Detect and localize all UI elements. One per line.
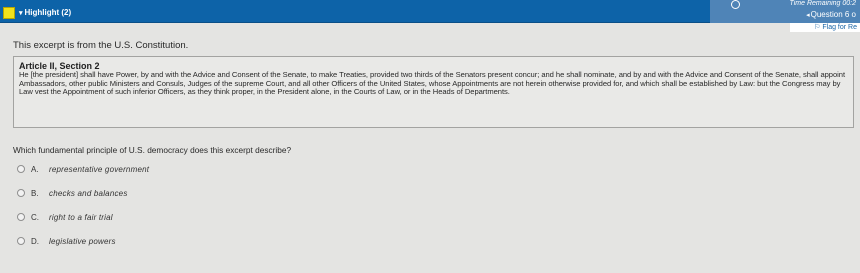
question-number: Question 6 o [810, 10, 856, 19]
time-remaining: Time Remaining 00:2 [789, 0, 856, 7]
caret-down-icon: ▾ [19, 10, 23, 17]
radio-button[interactable] [17, 237, 25, 245]
flag-icon: ⚐ [814, 24, 821, 31]
question-text: Which fundamental principle of U.S. demo… [13, 145, 292, 155]
status-panel: Time Remaining 00:2 ◂Question 6 o [710, 0, 860, 23]
excerpt-box: Article II, Section 2 He [the president]… [13, 56, 854, 128]
flag-row: ⚐ Flag for Re [790, 23, 860, 32]
highlight-menu[interactable]: ▾ Highlight (2) [19, 8, 71, 17]
answer-option-d[interactable]: D. legislative powers [17, 235, 116, 247]
flag-label: Flag for Re [822, 24, 857, 31]
flag-for-review-button[interactable]: ⚐ Flag for Re [814, 23, 857, 31]
option-text: representative government [49, 164, 150, 174]
answer-option-b[interactable]: B. checks and balances [17, 187, 128, 199]
option-letter: C. [31, 212, 39, 222]
radio-button[interactable] [17, 189, 25, 197]
radio-button[interactable] [17, 213, 25, 221]
option-letter: B. [31, 188, 39, 198]
option-letter: A. [31, 164, 39, 174]
answer-option-c[interactable]: C. right to a fair trial [17, 211, 113, 223]
option-text: legislative powers [49, 236, 116, 246]
option-letter: D. [31, 236, 39, 246]
option-text: right to a fair trial [49, 212, 113, 222]
caret-left-icon: ◂ [806, 12, 810, 19]
clock-icon [731, 0, 740, 9]
highlight-label: Highlight (2) [24, 8, 72, 17]
option-text: checks and balances [49, 188, 128, 198]
question-navigator[interactable]: ◂Question 6 o [806, 10, 856, 19]
excerpt-body: He [the president] shall have Power, by … [19, 70, 846, 97]
top-toolbar: ▾ Highlight (2) Time Remaining 00:2 ◂Ques… [0, 0, 860, 23]
answer-option-a[interactable]: A. representative government [17, 163, 149, 175]
highlight-color-swatch[interactable] [3, 7, 15, 19]
passage-intro: This excerpt is from the U.S. Constituti… [13, 40, 189, 51]
radio-button[interactable] [17, 165, 25, 173]
